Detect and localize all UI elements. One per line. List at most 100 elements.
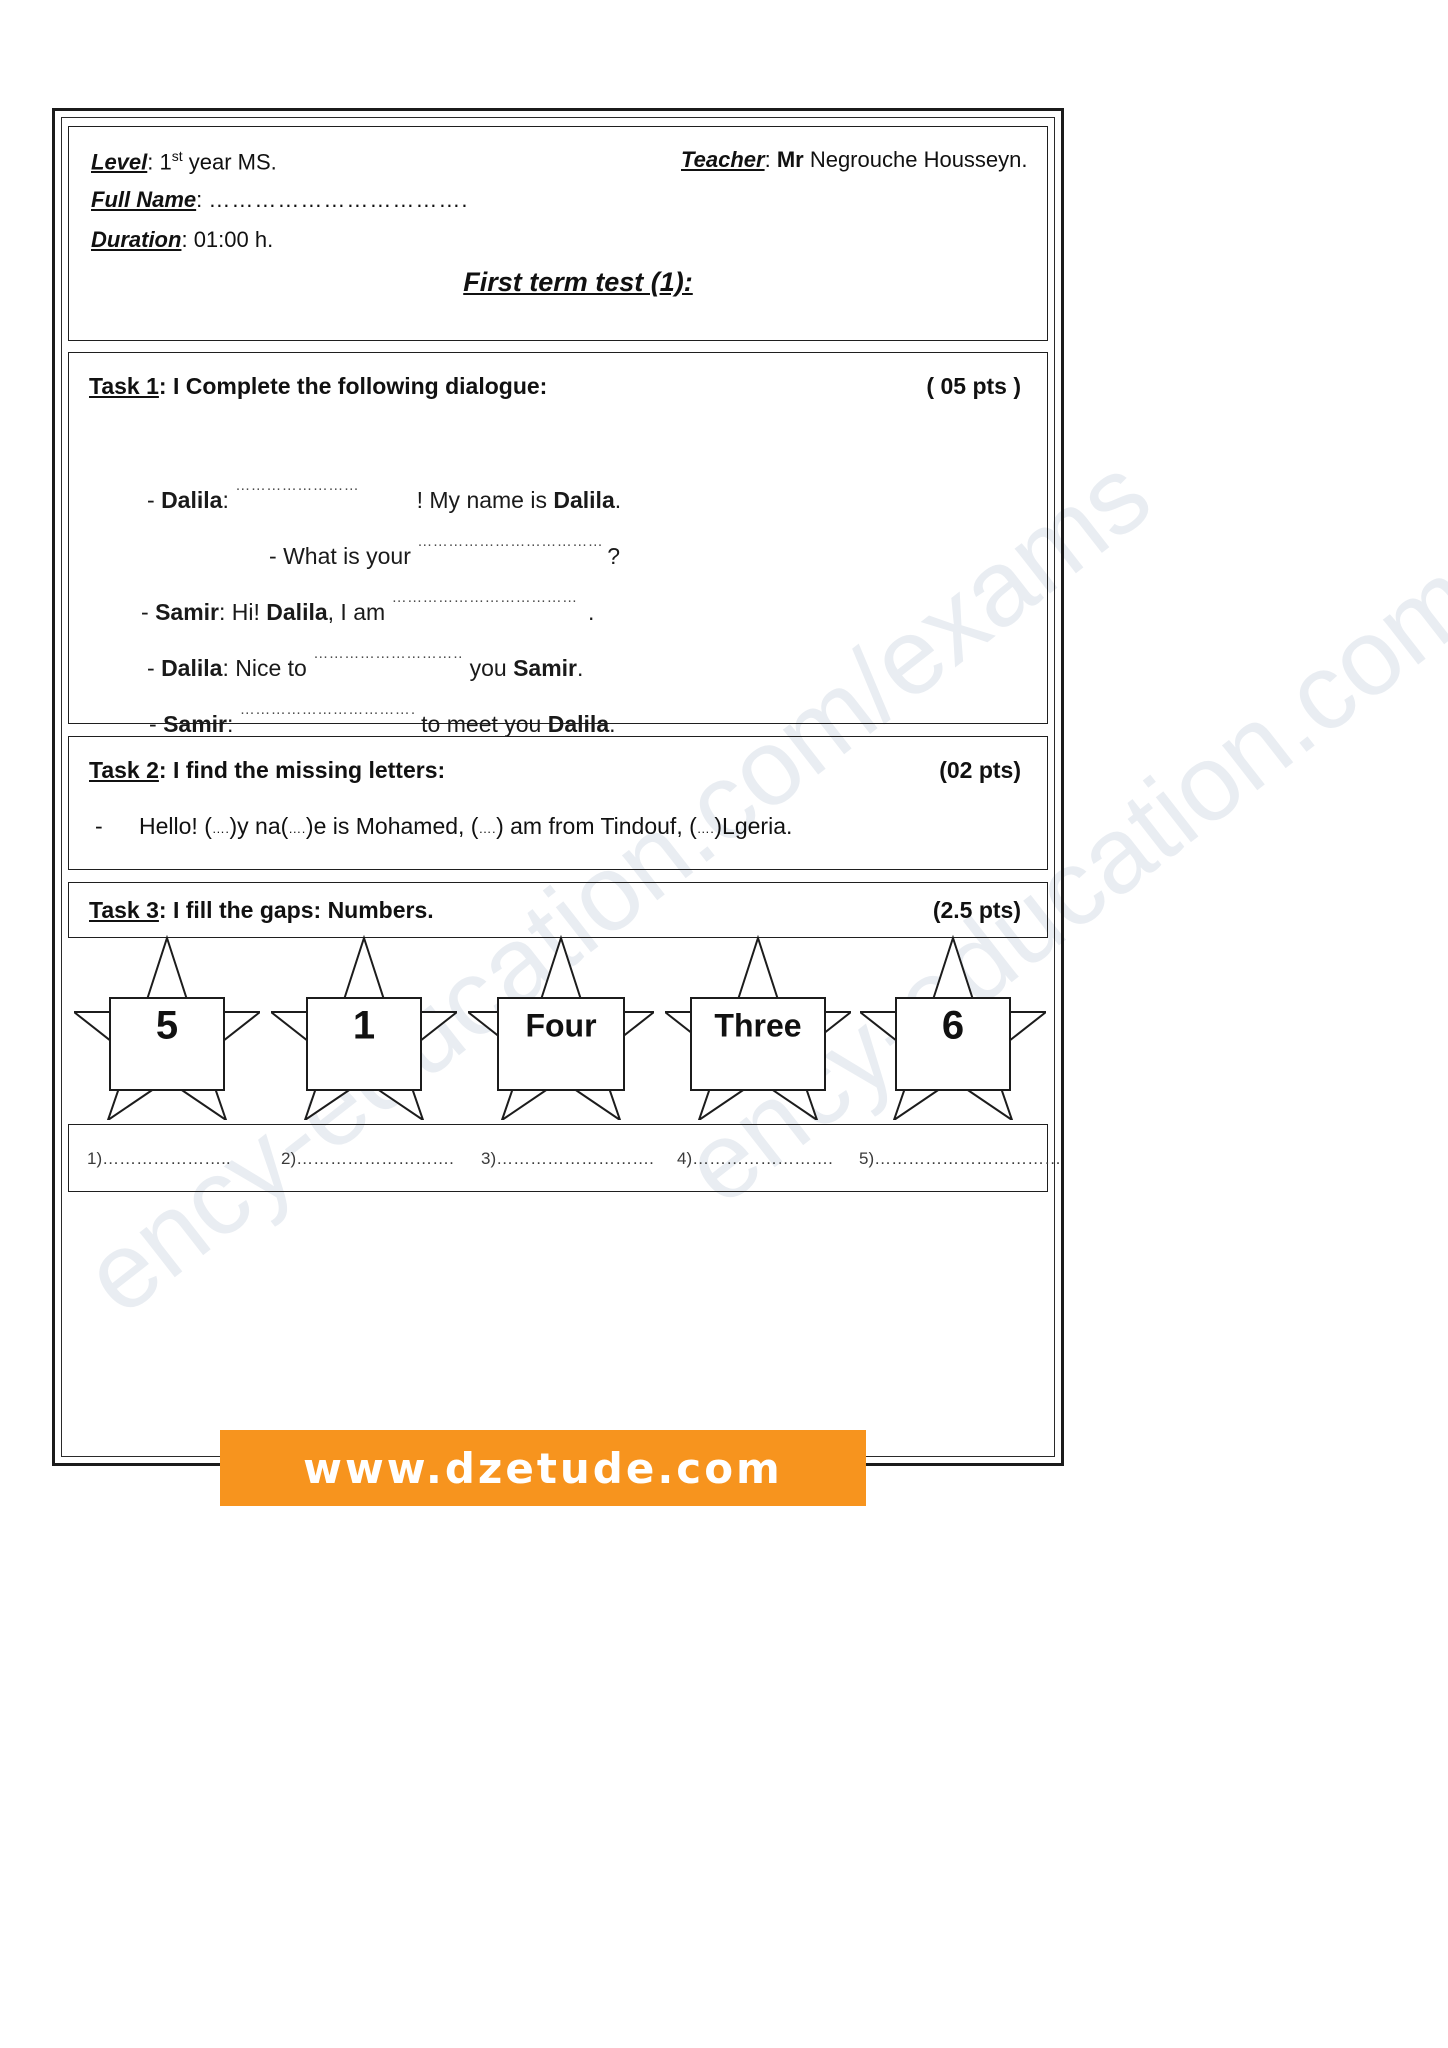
task2-part-4: ) am from Tindouf, ( xyxy=(496,813,697,839)
dialogue-before-4: Nice to xyxy=(235,655,314,681)
teacher-name: Negrouche Housseyn. xyxy=(809,147,1028,172)
dialogue-dash-3: - xyxy=(141,599,149,625)
star-item-5: 6 xyxy=(860,930,1046,1120)
dialogue-dash-1: - xyxy=(147,487,155,513)
dialogue-colon-3: : xyxy=(219,599,232,625)
star-label-5: 6 xyxy=(941,1003,965,1048)
dialogue-dash-4: - xyxy=(147,655,155,681)
task2-instruction: : I find the missing letters: xyxy=(158,757,446,783)
dialogue-blank-5[interactable]: ……………………………… xyxy=(240,689,415,730)
fullname-blank[interactable]: ……………………………. xyxy=(208,187,468,212)
dialogue-line-1: - Dalila: …………………… ! My name is Dalila. xyxy=(69,465,1047,521)
dialogue-colon-1: : xyxy=(222,487,236,513)
dialogue-speaker-1: Dalila xyxy=(161,487,223,513)
teacher-title: Mr xyxy=(776,147,804,172)
answer-blank-4[interactable]: 4)……………………. xyxy=(677,1149,833,1169)
dialogue-tail-3: . xyxy=(581,599,595,625)
star-item-1: 5 xyxy=(74,930,260,1120)
dialogue-colon-4: : xyxy=(222,655,236,681)
task3-stars-row: 5 1 Four Three 6 xyxy=(68,930,1048,1120)
level-colon: : xyxy=(147,149,160,175)
task3-number: Task 3 xyxy=(89,897,159,923)
dialogue-blank-3[interactable]: ……………………………… xyxy=(392,577,582,618)
duration-value: 01:00 h. xyxy=(193,227,274,252)
answer-blank-5[interactable]: 5)…………………………… xyxy=(859,1149,1061,1169)
task2-part-3: )e is Mohamed, ( xyxy=(305,813,479,839)
dialogue-after-5: to meet you xyxy=(414,711,548,737)
star-item-2: 1 xyxy=(271,930,457,1120)
task2-sentence: - Hello! (….)y na(….)e is Mohamed, (….) a… xyxy=(95,813,792,840)
header-box: Level: 1st year MS. Teacher: Mr Negrouch… xyxy=(68,126,1048,341)
dialogue-line-3: - Samir: Hi! Dalila, I am ……………………………… . xyxy=(69,577,1047,633)
task2-bullet: - xyxy=(95,813,103,839)
dialogue-blank-1[interactable]: …………………… xyxy=(235,465,410,506)
teacher-colon: : xyxy=(764,147,777,172)
answer-blank-1[interactable]: 1)………………….. xyxy=(87,1149,231,1169)
page-title: First term test (1): xyxy=(463,267,693,297)
task2-part-5: )Lgeria. xyxy=(714,813,793,839)
star-label-1: 5 xyxy=(155,1003,179,1048)
dialogue-line-2: - What is your ………………………………? xyxy=(69,521,1047,577)
task2-heading: Task 2: I find the missing letters: xyxy=(89,757,445,784)
task1-heading: Task 1: I Complete the following dialogu… xyxy=(89,373,547,400)
dialogue-after-4: you xyxy=(463,655,514,681)
task2-gap-1[interactable]: …. xyxy=(212,821,230,836)
task2-part-1: Hello! ( xyxy=(139,813,212,839)
answer-blank-3[interactable]: 3)………………………. xyxy=(481,1149,654,1169)
website-url: www.dzetude.com xyxy=(303,1443,783,1493)
level-value-number: 1 xyxy=(159,149,172,175)
answer-blank-2[interactable]: 2)………………………. xyxy=(281,1149,454,1169)
level-value-rest: year MS. xyxy=(188,149,277,175)
dialogue-blank-2[interactable]: ……………………………… xyxy=(417,521,607,562)
star-item-4: Three xyxy=(665,930,851,1120)
task3-instruction: : I fill the gaps: Numbers. xyxy=(158,897,434,923)
task2-gap-2[interactable]: …. xyxy=(288,821,306,836)
star-item-3: Four xyxy=(468,930,654,1120)
task2-points: (02 pts) xyxy=(939,757,1021,783)
dialogue-speaker-3: Samir xyxy=(155,599,219,625)
dialogue-boldmid-3: Dalila xyxy=(266,599,328,625)
task1-dialogue: - Dalila: …………………… ! My name is Dalila. … xyxy=(69,465,1047,745)
dialogue-boldafter-5: Dalila xyxy=(547,711,610,737)
teacher-line: Teacher: Mr Negrouche Housseyn. xyxy=(681,149,1028,171)
fullname-line: Full Name: ……………………………. xyxy=(91,189,469,211)
dialogue-before-3: Hi! xyxy=(231,599,267,625)
dialogue-dash-5: - xyxy=(149,711,157,737)
dialogue-colon-5: : xyxy=(227,711,240,737)
dialogue-speaker-4: Dalila xyxy=(161,655,223,681)
fullname-label: Full Name xyxy=(91,187,197,212)
task3-answers-box: 1)………………….. 2)………………………. 3)………………………. 4)… xyxy=(68,1124,1061,1192)
task3-heading: Task 3: I fill the gaps: Numbers. xyxy=(89,897,434,924)
task2-gap-4[interactable]: …. xyxy=(697,821,715,836)
website-banner[interactable]: www.dzetude.com xyxy=(220,1430,866,1506)
dialogue-tail-2: ? xyxy=(607,543,621,569)
task2-box: Task 2: I find the missing letters: (02 … xyxy=(68,736,1048,870)
dialogue-tail-4: . xyxy=(577,655,584,681)
star-label-4: Three xyxy=(714,1007,802,1044)
duration-line: Duration: 01:00 h. xyxy=(91,229,273,251)
task1-number: Task 1 xyxy=(89,373,159,399)
task1-points: ( 05 pts ) xyxy=(926,373,1021,399)
level-line: Level: 1st year MS. xyxy=(91,149,277,173)
task1-instruction: : I Complete the following dialogue: xyxy=(158,373,548,399)
dialogue-before-2: What is your xyxy=(283,543,418,569)
dialogue-tail-5: . xyxy=(609,711,616,737)
duration-label: Duration xyxy=(91,227,182,252)
level-value-ordinal: st xyxy=(171,148,183,164)
task2-gap-3[interactable]: …. xyxy=(478,821,496,836)
task2-number: Task 2 xyxy=(89,757,159,783)
duration-colon: : xyxy=(181,227,194,252)
fullname-colon: : xyxy=(196,187,209,212)
dialogue-speaker-5: Samir xyxy=(163,711,227,737)
teacher-label: Teacher xyxy=(681,147,765,172)
dialogue-line-4: - Dalila: Nice to …………………………… you Samir. xyxy=(69,633,1047,689)
star-label-3: Four xyxy=(525,1007,597,1044)
dialogue-dash-2: - xyxy=(269,543,277,569)
dialogue-blank-4[interactable]: …………………………… xyxy=(313,633,463,674)
dialogue-after-1: ! My name is xyxy=(410,487,554,513)
task3-points: (2.5 pts) xyxy=(932,897,1021,923)
task1-box: Task 1: I Complete the following dialogu… xyxy=(68,352,1048,737)
level-label: Level xyxy=(91,149,148,175)
star-label-2: 1 xyxy=(352,1003,376,1048)
task2-part-2: )y na( xyxy=(229,813,289,839)
